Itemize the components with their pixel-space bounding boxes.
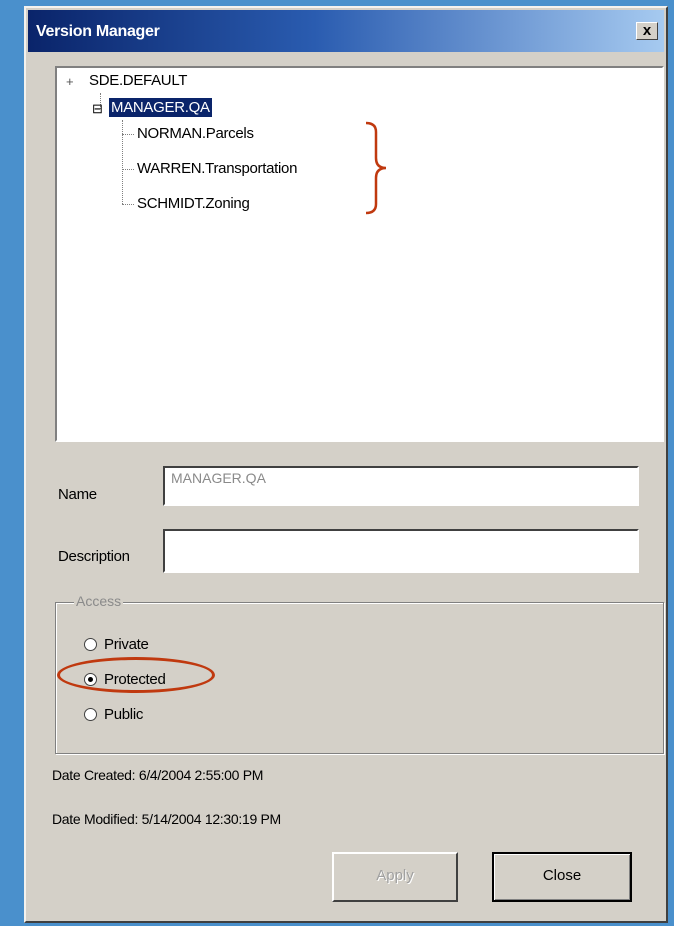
tree-leaf[interactable]: WARREN.Transportation bbox=[137, 160, 297, 177]
version-manager-dialog: Version Manager x + SDE.DEFAULT ⊟ MANAGE… bbox=[24, 6, 668, 923]
apply-button[interactable]: Apply bbox=[332, 852, 458, 902]
name-label: Name bbox=[58, 486, 97, 503]
tree-connector bbox=[122, 169, 134, 170]
description-label: Description bbox=[58, 548, 130, 565]
tree-expanded-icon[interactable]: ⊟ bbox=[92, 101, 103, 117]
tree-node-root[interactable]: SDE.DEFAULT bbox=[89, 72, 187, 89]
tree-collapsed-icon[interactable]: + bbox=[66, 74, 74, 89]
radio-public-label: Public bbox=[104, 706, 144, 723]
radio-button[interactable] bbox=[84, 638, 97, 651]
tree-connector bbox=[122, 120, 123, 204]
tree-connector bbox=[122, 134, 134, 135]
date-created: Date Created: 6/4/2004 2:55:00 PM bbox=[52, 767, 264, 783]
radio-public[interactable]: Public bbox=[84, 706, 143, 723]
date-modified: Date Modified: 5/14/2004 12:30:19 PM bbox=[52, 811, 281, 827]
description-field[interactable] bbox=[163, 529, 639, 573]
tree-connector bbox=[122, 204, 134, 205]
radio-private-label: Private bbox=[104, 636, 149, 653]
close-icon[interactable]: x bbox=[636, 22, 658, 40]
window-title: Version Manager bbox=[36, 23, 160, 40]
radio-private[interactable]: Private bbox=[84, 636, 149, 653]
tree-node-selected[interactable]: MANAGER.QA bbox=[109, 98, 212, 117]
version-tree[interactable]: + SDE.DEFAULT ⊟ MANAGER.QA NORMAN.Parcel… bbox=[55, 66, 664, 442]
annotation-brace bbox=[365, 121, 387, 215]
annotation-ellipse bbox=[57, 657, 215, 693]
tree-leaf[interactable]: SCHMIDT.Zoning bbox=[137, 195, 250, 212]
access-legend: Access bbox=[74, 593, 124, 609]
close-button[interactable]: Close bbox=[492, 852, 632, 902]
name-field[interactable]: MANAGER.QA bbox=[163, 466, 639, 506]
radio-button[interactable] bbox=[84, 708, 97, 721]
tree-leaf[interactable]: NORMAN.Parcels bbox=[137, 125, 254, 142]
title-bar[interactable]: Version Manager x bbox=[28, 10, 664, 52]
